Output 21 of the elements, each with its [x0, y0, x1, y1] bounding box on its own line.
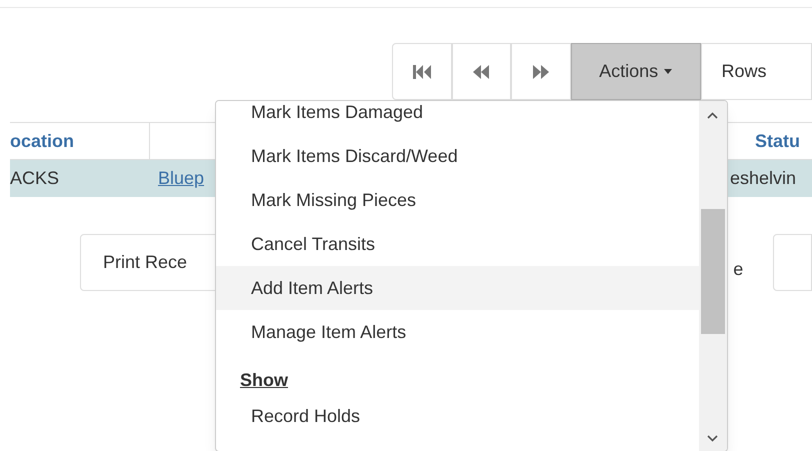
skip-to-start-icon: [412, 64, 431, 78]
pager-button[interactable]: [392, 43, 452, 100]
rewind-icon: [472, 64, 490, 78]
scrollbar-thumb[interactable]: [701, 209, 725, 334]
caret-icon: [664, 69, 672, 74]
actions-button[interactable]: Actions: [570, 43, 701, 100]
rows-button[interactable]: Rows: [700, 43, 812, 100]
table-cell-text: eshelvin: [729, 167, 798, 190]
text-field[interactable]: [773, 234, 812, 291]
side-text: e: [733, 258, 744, 281]
column-header: Statu: [754, 130, 801, 152]
pager-button[interactable]: [452, 43, 512, 100]
table-cell-text: ACKS: [10, 167, 60, 190]
chevron-up-icon[interactable]: [707, 112, 718, 119]
title-link[interactable]: Bluep: [158, 168, 204, 188]
column-header: ocation: [10, 123, 150, 159]
menu-heading: Show: [239, 369, 289, 392]
chevron-down-icon[interactable]: [707, 435, 718, 442]
fast-forward-icon: [532, 64, 550, 78]
pager-button[interactable]: [511, 43, 571, 100]
scrollbar[interactable]: [699, 101, 727, 451]
